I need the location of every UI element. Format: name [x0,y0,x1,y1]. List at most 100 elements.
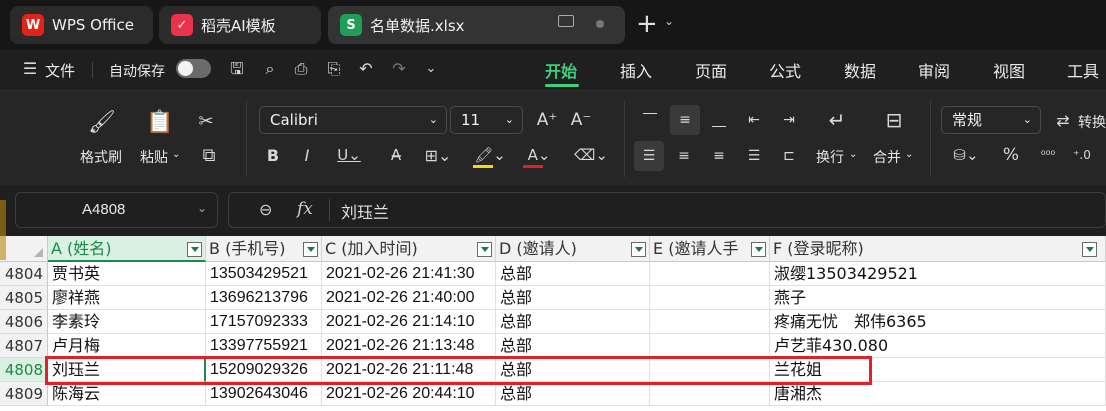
cell-inviter-phone[interactable] [650,382,770,406]
cell-join-time[interactable]: 2021-02-26 21:11:48 [322,358,496,382]
menu-home[interactable]: 开始 [545,58,577,82]
fx-icon[interactable]: fx [297,199,313,219]
strikethrough-icon[interactable]: A̶ [385,143,407,167]
formula-content[interactable]: 刘珏兰 [341,199,389,223]
redo-icon[interactable]: ↷ [389,59,409,79]
cell-name[interactable]: 贾书英 [48,262,206,286]
zoom-search-icon[interactable]: ⊖ [259,200,272,219]
cell-nickname[interactable]: 兰花姐 [770,358,1106,382]
row-header[interactable]: 4805 [0,286,48,310]
merge-button[interactable]: 合并 [873,147,901,167]
tab-daoke-ai[interactable]: ✓ 稻壳AI模板 [159,6,321,44]
bold-icon[interactable]: B [262,143,284,167]
cell-nickname[interactable]: 淑缨13503429521 [770,262,1106,286]
cell-nickname[interactable]: 唐湘杰 [770,382,1106,406]
menu-view[interactable]: 视图 [993,58,1025,82]
cell-nickname[interactable]: 卢艺菲430.080 [770,334,1106,358]
align-center-icon[interactable]: ≡ [670,143,698,169]
filter-dropdown-icon[interactable] [751,242,766,257]
convert-icon[interactable]: ⇄ [1052,108,1074,132]
cell-phone[interactable]: 13902643046 [206,382,322,406]
new-tab-plus-icon[interactable]: + [636,10,658,38]
number-format-select[interactable]: 常规 ⌄ [941,106,1041,134]
border-icon[interactable]: ⊞⌄ [420,143,456,167]
monitor-icon[interactable] [558,15,574,27]
percent-icon[interactable]: % [1000,143,1022,167]
cell-inviter[interactable]: 总部 [496,286,650,310]
align-bottom-icon[interactable]: ⎽ [705,107,733,133]
filter-dropdown-icon[interactable] [631,242,646,257]
font-name-select[interactable]: Calibri ⌄ [259,106,447,134]
spreadsheet-grid[interactable]: A (姓名) B (手机号) C (加入时间) D (邀请人) E (邀请人手 … [0,236,1106,411]
cell-name-active[interactable]: 刘珏兰 [48,358,206,382]
cell-nickname[interactable]: 燕子 [770,286,1106,310]
format-painter-button[interactable]: 格式刷 [80,147,122,167]
tab-spreadsheet[interactable]: S 名单数据.xlsx [328,6,625,44]
menu-tools[interactable]: 工具 [1067,58,1099,82]
decrease-font-icon[interactable]: A⁻ [569,108,593,132]
column-header-b[interactable]: B (手机号) [206,236,322,262]
wrap-text-icon[interactable]: ↵ [820,105,854,135]
decrease-indent-icon[interactable]: ⇤ [740,107,768,133]
cell-inviter-phone[interactable] [650,286,770,310]
cell-nickname[interactable]: 疼痛无忧 郑伟6365 [770,310,1106,334]
menu-insert[interactable]: 插入 [620,58,652,82]
save-icon[interactable]: 🖫 [227,59,247,79]
format-painter-icon[interactable]: 🖌 [88,107,116,137]
row-header[interactable]: 4806 [0,310,48,334]
thousands-icon[interactable]: ⁰⁰⁰ [1036,143,1060,167]
menu-review[interactable]: 审阅 [918,58,950,82]
fill-color-icon[interactable]: 🖍⌄ [470,143,510,167]
align-top-icon[interactable]: ⎺ [636,107,664,133]
font-color-icon[interactable]: A⌄ [521,143,557,167]
clear-format-icon[interactable]: ⌫⌄ [572,143,610,167]
select-all-corner[interactable] [0,236,48,262]
cell-inviter[interactable]: 总部 [496,310,650,334]
cell-name[interactable]: 陈海云 [48,382,206,406]
cell-join-time[interactable]: 2021-02-26 20:44:10 [322,382,496,406]
cell-phone[interactable]: 13503429521 [206,262,322,286]
cell-inviter-phone[interactable] [650,334,770,358]
cell-inviter[interactable]: 总部 [496,382,650,406]
row-header[interactable]: 4809 [0,382,48,406]
merge-icon[interactable]: ⊟ [879,105,909,135]
row-header-selected[interactable]: 4808 [0,358,48,382]
print-preview-icon[interactable]: ⎘ [324,59,344,79]
print-icon[interactable]: ⎙ [291,59,311,79]
cell-phone[interactable]: 13397755921 [206,334,322,358]
menu-page[interactable]: 页面 [695,58,727,82]
paste-icon[interactable]: 📋 [146,107,174,137]
wrap-text-button[interactable]: 换行 [816,147,844,167]
font-size-select[interactable]: 11 ⌄ [450,106,523,134]
distribute-icon[interactable]: ⊏ [775,143,803,169]
paste-chevron-icon[interactable]: ⌄ [172,149,180,160]
export-pdf-icon[interactable]: ⌕ [260,59,280,79]
cell-inviter-phone[interactable] [650,358,770,382]
justify-icon[interactable]: ☰ [740,143,768,169]
hamburger-icon[interactable]: ☰ [20,59,40,79]
increase-indent-icon[interactable]: ⇥ [775,107,803,133]
column-header-e[interactable]: E (邀请人手 [650,236,770,262]
undo-icon[interactable]: ↶ [356,59,376,79]
row-header[interactable]: 4807 [0,334,48,358]
cell-inviter[interactable]: 总部 [496,358,650,382]
row-header[interactable]: 4804 [0,262,48,286]
cell-phone[interactable]: 17157092333 [206,310,322,334]
filter-dropdown-icon[interactable] [477,242,492,257]
cell-join-time[interactable]: 2021-02-26 21:40:00 [322,286,496,310]
menu-formula[interactable]: 公式 [769,58,801,82]
cell-inviter[interactable]: 总部 [496,334,650,358]
cell-phone[interactable]: 13696213796 [206,286,322,310]
cut-icon[interactable]: ✂ [194,109,218,133]
filter-dropdown-icon[interactable] [303,242,318,257]
tab-wps-office[interactable]: W WPS Office [10,6,153,44]
cell-inviter-phone[interactable] [650,262,770,286]
column-header-d[interactable]: D (邀请人) [496,236,650,262]
tab-list-chevron-icon[interactable]: ⌄ [664,14,674,28]
autosave-toggle[interactable] [176,59,211,78]
cell-name[interactable]: 李素玲 [48,310,206,334]
currency-icon[interactable]: ⛁⌄ [946,143,986,167]
align-right-icon[interactable]: ≡ [705,143,733,169]
more-chevron-icon[interactable]: ⌄ [421,59,441,79]
cell-name[interactable]: 廖祥燕 [48,286,206,310]
